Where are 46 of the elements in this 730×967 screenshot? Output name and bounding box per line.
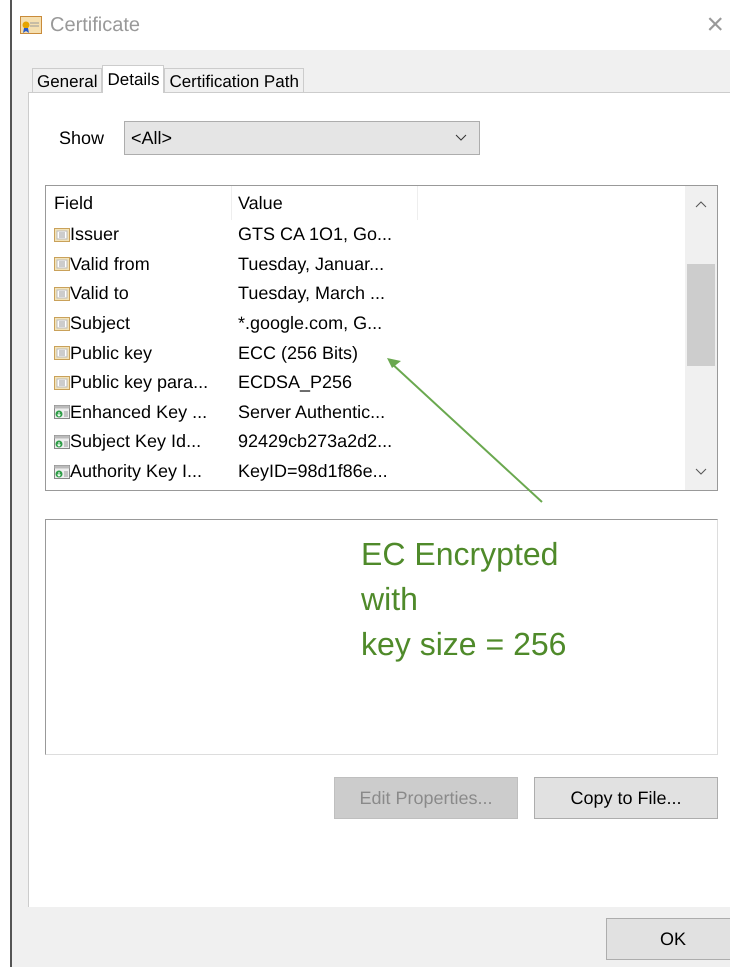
field-cell[interactable]: Enhanced Key ... bbox=[46, 398, 232, 426]
field-cell[interactable]: Public key bbox=[46, 340, 232, 367]
scroll-thumb[interactable] bbox=[687, 264, 715, 366]
document-icon bbox=[54, 226, 70, 243]
extension-icon bbox=[54, 434, 70, 450]
scroll-down-icon[interactable] bbox=[695, 468, 707, 476]
value-cell[interactable]: ECC (256 Bits) bbox=[232, 340, 358, 367]
value-cell[interactable]: Tuesday, Januar... bbox=[232, 250, 384, 278]
field-cell[interactable]: Valid from bbox=[46, 250, 232, 278]
annotation-text: with bbox=[361, 580, 419, 619]
document-icon bbox=[54, 345, 70, 362]
field-cell[interactable]: Issuer bbox=[46, 221, 232, 248]
tab[interactable]: General bbox=[32, 68, 102, 92]
document-icon bbox=[54, 374, 70, 391]
column-header[interactable]: Value bbox=[232, 186, 418, 220]
extension-icon bbox=[54, 464, 70, 480]
field-cell[interactable]: Authority Key I... bbox=[46, 458, 232, 486]
extension-icon bbox=[54, 404, 70, 420]
document-icon bbox=[54, 316, 70, 332]
value-cell[interactable]: *.google.com, G... bbox=[232, 310, 382, 338]
value-cell[interactable]: 92429cb273a2d2... bbox=[232, 428, 392, 456]
window-title: Certificate bbox=[50, 13, 140, 38]
annotation-text: key size = 256 bbox=[361, 625, 568, 664]
chevron-down-icon bbox=[455, 134, 468, 142]
scrollbar[interactable] bbox=[685, 186, 717, 490]
value-cell[interactable]: Tuesday, March ... bbox=[232, 280, 386, 308]
show-label: Show bbox=[59, 126, 104, 150]
column-header[interactable]: Field bbox=[46, 186, 232, 220]
ok-button[interactable]: OK bbox=[606, 918, 730, 960]
scroll-up-icon[interactable] bbox=[695, 200, 707, 208]
value-cell[interactable]: KeyID=98d1f86e... bbox=[232, 458, 388, 486]
field-cell[interactable]: Subject Key Id... bbox=[46, 428, 232, 456]
field-cell[interactable]: Public key para... bbox=[46, 369, 232, 396]
action-button[interactable]: Copy to File... bbox=[534, 777, 718, 819]
document-icon bbox=[54, 256, 70, 272]
value-cell[interactable]: GTS CA 1O1, Go... bbox=[232, 221, 392, 248]
tab[interactable]: Details bbox=[102, 65, 164, 93]
field-cell[interactable]: Valid to bbox=[46, 280, 232, 308]
tab[interactable]: Certification Path bbox=[164, 68, 304, 92]
annotation-text: EC Encrypted bbox=[361, 535, 560, 574]
field-cell[interactable]: Subject bbox=[46, 310, 232, 338]
certificate-icon bbox=[20, 16, 42, 34]
document-icon bbox=[54, 286, 70, 302]
value-cell[interactable]: Server Authentic... bbox=[232, 398, 386, 426]
value-cell[interactable]: ECDSA_P256 bbox=[232, 369, 352, 396]
show-dropdown[interactable]: <All> bbox=[124, 121, 480, 155]
